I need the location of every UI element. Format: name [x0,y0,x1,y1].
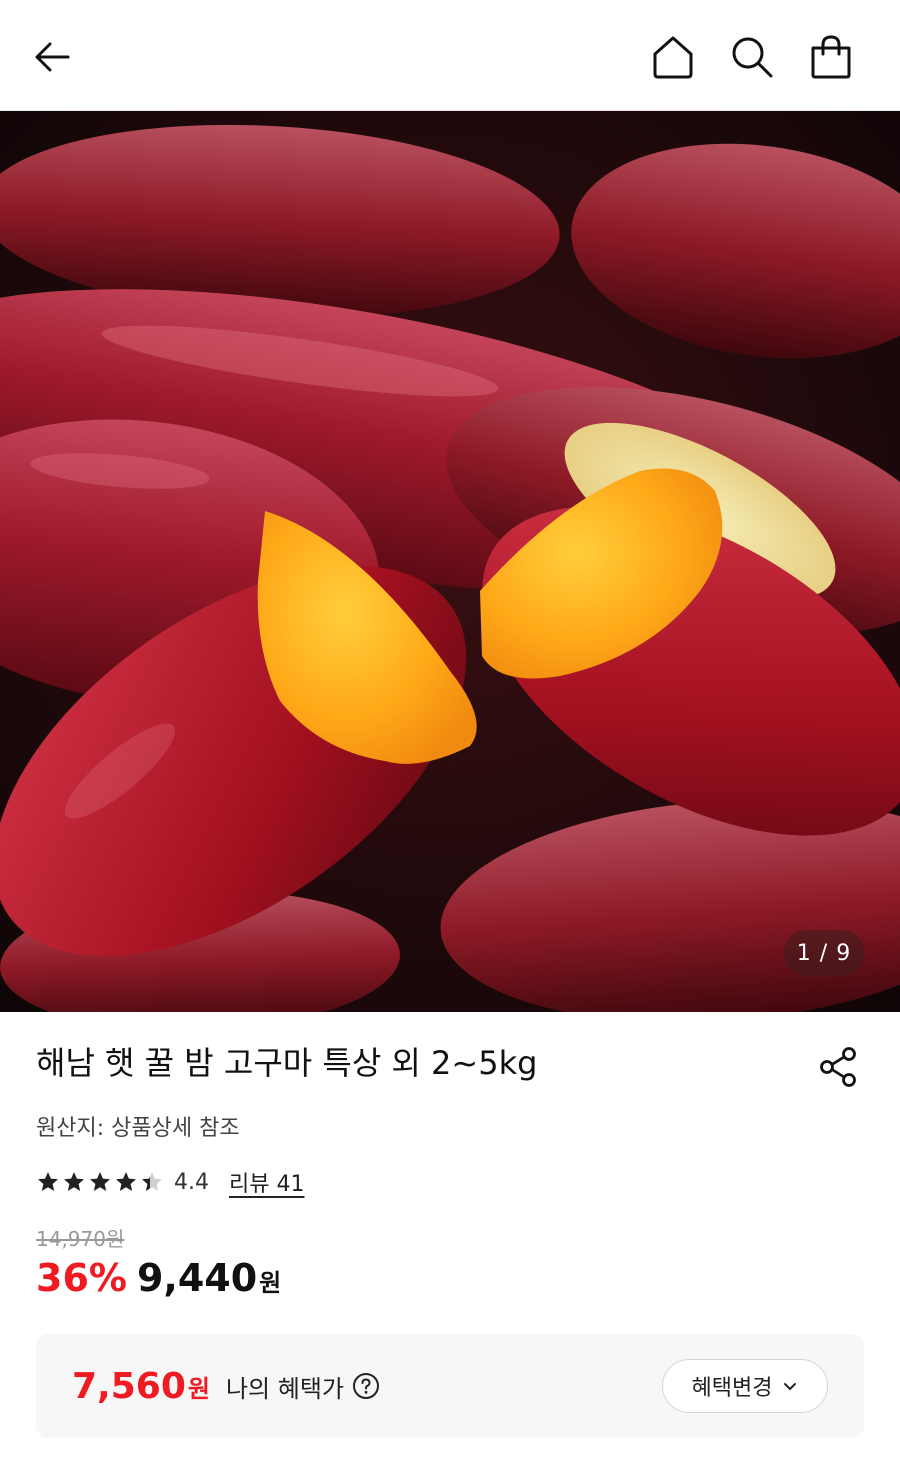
home-icon [653,36,693,79]
change-benefit-button[interactable]: 혜택변경 [662,1359,828,1413]
search-icon [732,37,773,78]
question-circle-icon [353,1373,379,1399]
review-count-link[interactable]: 리뷰 41 [229,1166,304,1198]
top-navigation-bar [0,0,900,111]
star-icon [64,1172,84,1191]
sale-price: 9,440 [136,1256,258,1300]
back-button[interactable] [24,29,80,85]
star-icon [142,1172,162,1191]
product-image [0,111,900,1012]
rating-value: 4.4 [174,1169,209,1195]
price-row: 36% 9,440 원 [36,1256,281,1300]
product-title: 해남 햇 꿀 밤 고구마 특상 외 2~5kg [36,1044,538,1082]
benefit-price: 7,560 [72,1365,186,1407]
cart-button[interactable] [803,29,859,85]
price-unit: 원 [259,1269,282,1297]
share-button[interactable] [812,1040,866,1094]
image-page-counter: 1 / 9 [784,930,864,976]
search-button[interactable] [724,29,780,85]
share-icon [820,1047,856,1087]
rating-stars [36,1170,164,1194]
back-arrow-icon [35,42,70,72]
change-benefit-label: 혜택변경 [691,1376,773,1401]
benefit-label: 나의 혜택가 [225,1374,344,1403]
benefit-price-card: 7,560 원 나의 혜택가 혜택변경 [36,1334,864,1438]
home-button[interactable] [645,29,701,85]
product-origin: 원산지: 상품상세 참조 [36,1116,240,1141]
benefit-price-unit: 원 [187,1374,210,1403]
discount-rate: 36% [36,1256,127,1300]
rating-row: 4.4 리뷰 41 [36,1164,304,1200]
star-icon [116,1172,136,1191]
benefit-help-button[interactable] [352,1372,380,1400]
shopping-bag-icon [811,35,851,79]
chevron-down-icon [784,1383,797,1390]
star-icon [38,1172,58,1191]
original-price: 14,970원 [36,1227,125,1251]
product-image-carousel[interactable]: 1 / 9 [0,111,900,1012]
star-icon [90,1172,110,1191]
